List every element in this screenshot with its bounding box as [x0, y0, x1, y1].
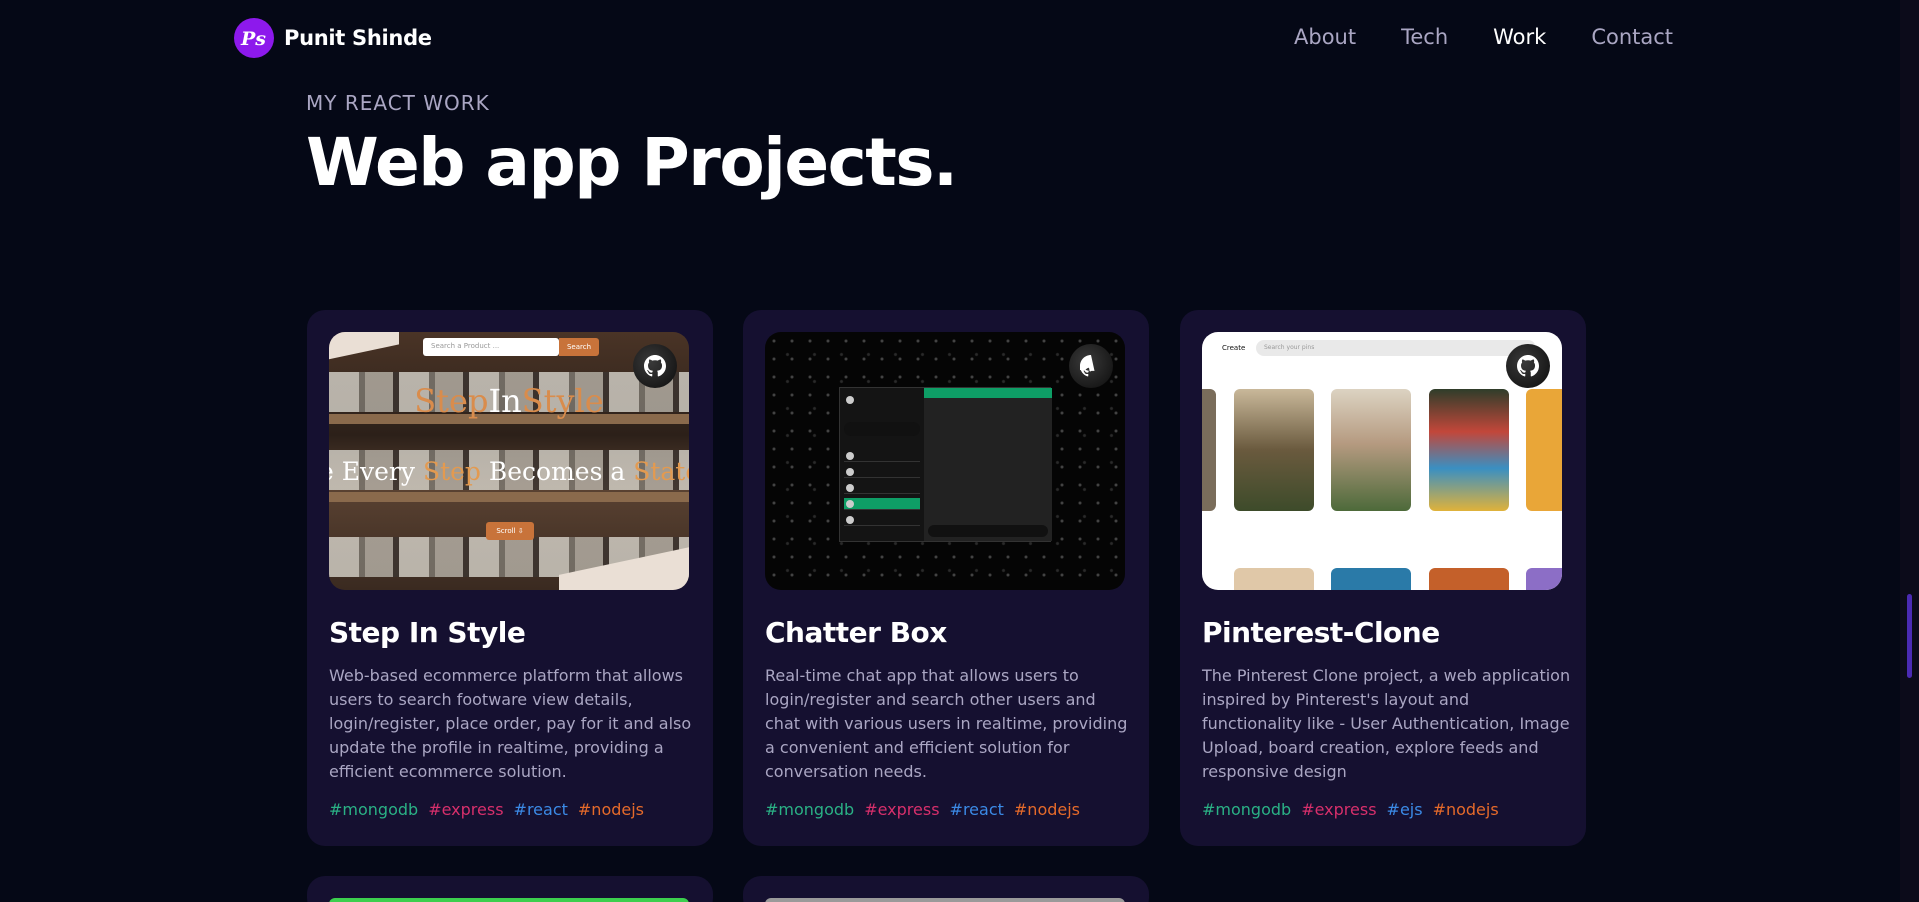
thumb-brand: StepInStyle — [414, 382, 604, 420]
github-icon — [1080, 355, 1095, 377]
project-thumbnail[interactable]: Search a Product ... Search StepInStyle … — [329, 332, 689, 590]
github-icon — [1517, 355, 1539, 377]
list-item — [844, 514, 920, 526]
thumb-create-label: Create — [1222, 344, 1246, 352]
pin-image — [1526, 568, 1562, 590]
pin-image — [1331, 568, 1411, 590]
project-thumbnail[interactable] — [765, 332, 1125, 590]
chat-window-mock — [839, 387, 1052, 542]
thumb-search-bar: Search your pins — [1256, 340, 1536, 356]
tag: #ejs — [1386, 800, 1423, 819]
github-button[interactable] — [1506, 344, 1550, 388]
logo-icon: Ps — [234, 18, 274, 58]
project-card-pinterest-clone: Create Search your pins Pinterest-Clone … — [1180, 310, 1586, 846]
tag: #nodejs — [1013, 800, 1081, 819]
nav-links: About Tech Work Contact — [1294, 25, 1673, 49]
list-item — [844, 450, 920, 462]
project-thumbnail[interactable]: Create Search your pins — [1202, 332, 1562, 590]
github-button[interactable] — [633, 344, 677, 388]
list-item — [844, 394, 920, 410]
project-title: Chatter Box — [765, 616, 947, 649]
nav-link-about[interactable]: About — [1294, 25, 1356, 49]
list-item — [844, 482, 920, 494]
pin-image — [1331, 389, 1411, 511]
brand-link[interactable]: Ps Punit Shinde — [234, 18, 432, 58]
tag: #express — [1301, 800, 1377, 819]
section-subtitle: MY REACT WORK — [306, 91, 490, 115]
svg-text:Ps: Ps — [240, 28, 266, 50]
project-card-chatter-box: Chatter Box Real-time chat app that allo… — [743, 310, 1149, 846]
project-card-partial — [307, 876, 713, 902]
scrollbar-thumb[interactable] — [1907, 594, 1912, 678]
project-tags: #mongodb #express #react #nodejs — [765, 800, 1080, 819]
tag: #mongodb — [765, 800, 855, 819]
project-description: The Pinterest Clone project, a web appli… — [1202, 666, 1571, 781]
nav-link-work[interactable]: Work — [1493, 25, 1546, 49]
decor-panel — [329, 332, 399, 372]
tag: #react — [949, 800, 1004, 819]
shelf — [329, 492, 689, 502]
page-scrollbar[interactable] — [1900, 0, 1919, 902]
pin-image — [1429, 389, 1509, 511]
thumb-search-button: Search — [559, 338, 599, 356]
chat-sidebar-mock — [840, 388, 924, 541]
pin-image — [1234, 389, 1314, 511]
project-tags: #mongodb #express #ejs #nodejs — [1202, 800, 1499, 819]
tag: #express — [428, 800, 504, 819]
section-title: Web app Projects. — [306, 124, 958, 201]
project-description: Web-based ecommerce platform that allows… — [329, 666, 692, 781]
nav-link-contact[interactable]: Contact — [1591, 25, 1673, 49]
list-item — [844, 466, 920, 478]
nav-link-tech[interactable]: Tech — [1401, 25, 1448, 49]
tag: #nodejs — [1432, 800, 1499, 819]
project-title: Pinterest-Clone — [1202, 616, 1440, 649]
chat-header-mock — [924, 388, 1052, 398]
tag: #mongodb — [329, 800, 419, 819]
project-thumbnail[interactable] — [329, 898, 689, 902]
pin-image — [1526, 389, 1562, 511]
project-description: Real-time chat app that allows users to … — [765, 666, 1128, 781]
thumb-search-input: Search a Product ... — [423, 338, 559, 356]
project-card-partial — [743, 876, 1149, 902]
pin-image — [1429, 568, 1509, 590]
chat-pane-mock — [924, 388, 1052, 541]
thumb-scroll-button: Scroll ⇩ — [486, 522, 534, 540]
tag: #react — [513, 800, 568, 819]
list-item — [844, 498, 920, 510]
project-tags: #mongodb #express #react #nodejs — [329, 800, 644, 819]
project-thumbnail[interactable] — [765, 898, 1125, 902]
tag: #mongodb — [1202, 800, 1292, 819]
project-card-step-in-style: Search a Product ... Search StepInStyle … — [307, 310, 713, 846]
project-title: Step In Style — [329, 616, 526, 649]
list-item — [844, 422, 920, 436]
brand-name: Punit Shinde — [284, 26, 432, 50]
github-icon — [644, 355, 666, 377]
github-button[interactable] — [1069, 344, 1113, 388]
pin-image — [1234, 568, 1314, 590]
pin-image — [1202, 389, 1216, 511]
thumb-tagline: e Every Step Becomes a State — [329, 457, 689, 486]
navbar: Ps Punit Shinde About Tech Work Contact — [0, 0, 1900, 78]
chat-input-mock — [928, 525, 1048, 537]
tag: #express — [864, 800, 940, 819]
tag: #nodejs — [577, 800, 645, 819]
